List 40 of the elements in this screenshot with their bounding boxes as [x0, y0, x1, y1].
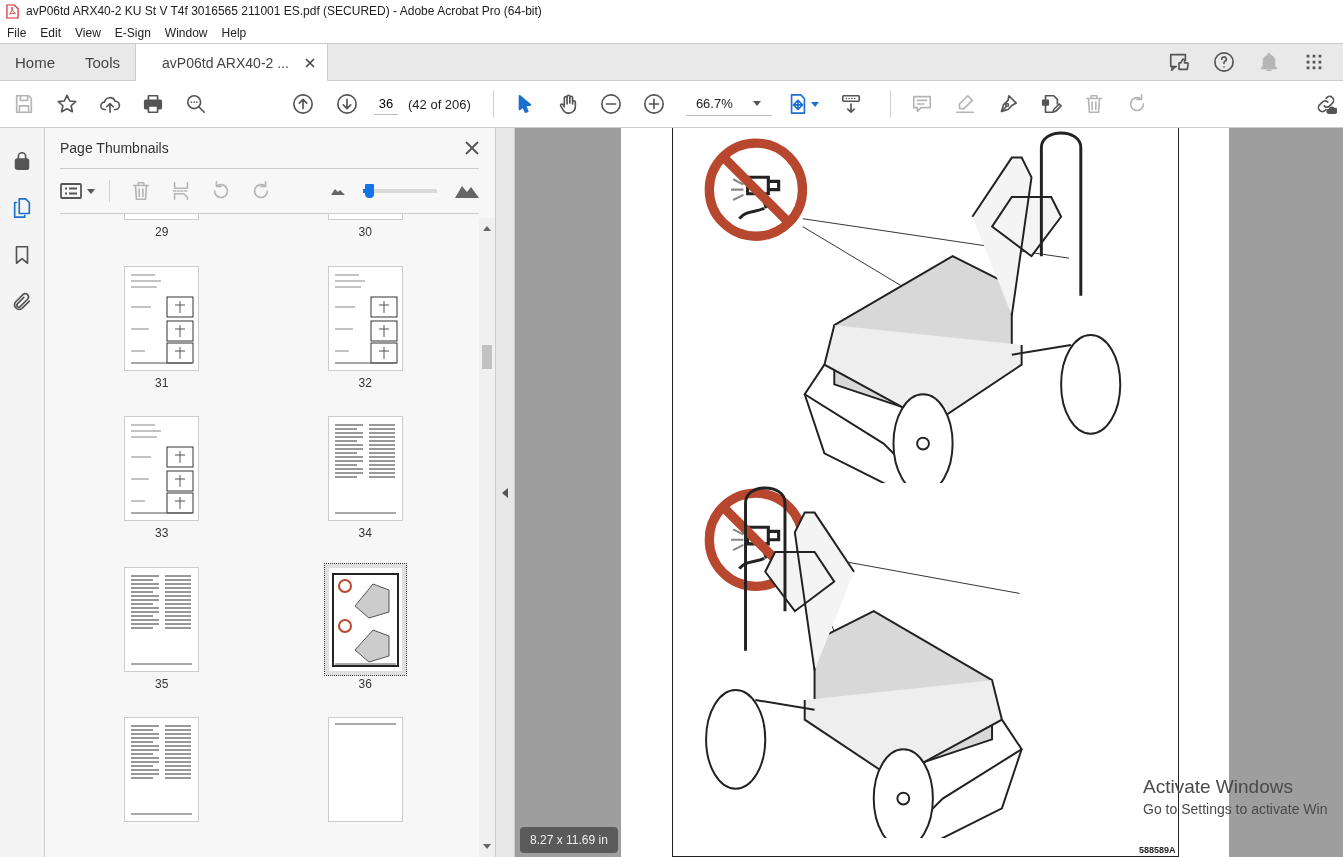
collapse-arrow-icon[interactable] — [502, 487, 508, 498]
large-thumbnail-icon — [455, 184, 479, 198]
close-icon[interactable] — [304, 57, 315, 68]
pdf-file-icon — [6, 3, 19, 19]
page-size-tooltip: 8.27 x 11.69 in — [520, 827, 618, 853]
tab[interactable]: avP06td ARX40-2 ... — [135, 44, 328, 81]
figure-code: 588589A — [1138, 845, 1177, 856]
menu-item[interactable]: E-Sign — [107, 25, 158, 40]
page-number-label: 29 — [155, 225, 169, 239]
menu-item[interactable]: Edit — [33, 25, 69, 40]
menu-item[interactable]: Help — [214, 25, 254, 40]
zoom-field[interactable]: 66.7% — [685, 92, 772, 116]
page-number-label: 33 — [155, 526, 169, 541]
page-number-label: 30 — [358, 225, 372, 239]
tab[interactable]: Home — [0, 44, 70, 80]
close-icon[interactable] — [465, 141, 479, 155]
page-number-label: 34 — [358, 526, 372, 541]
page-thumbnail[interactable] — [328, 718, 402, 822]
page-thumbnail[interactable] — [125, 567, 199, 671]
page-number-label: 35 — [155, 676, 169, 691]
menu-item[interactable]: File — [0, 25, 34, 40]
page-number-label: 32 — [358, 375, 372, 390]
thumbnail-size-slider[interactable] — [363, 184, 437, 198]
page-thumbnail[interactable] — [125, 417, 199, 521]
panel-title: Page Thumbnails — [60, 140, 169, 156]
scrollbar[interactable] — [479, 218, 495, 857]
options-menu-icon[interactable] — [60, 183, 95, 199]
page-number-label: 31 — [155, 375, 169, 390]
activation-message: Go to Settings to activate Win — [1143, 801, 1328, 817]
page-number-label: 36 — [358, 676, 372, 691]
small-thumbnail-icon — [331, 187, 345, 195]
page-count: (42 of 206) — [408, 96, 471, 112]
page-thumbnail[interactable] — [328, 266, 402, 370]
tab[interactable]: Tools — [70, 44, 136, 80]
page-thumbnail[interactable] — [125, 718, 199, 822]
menu-item[interactable]: Window — [157, 25, 215, 40]
page-thumbnail[interactable] — [125, 266, 199, 370]
page-thumbnail[interactable] — [328, 417, 402, 521]
window-title: avP06td ARX40-2 KU St V T4f 3016565 211001 ES.pdf (SECURED) - Adobe Acrobat Pro (64-bit) — [26, 4, 542, 18]
menu-item[interactable]: View — [68, 25, 108, 40]
